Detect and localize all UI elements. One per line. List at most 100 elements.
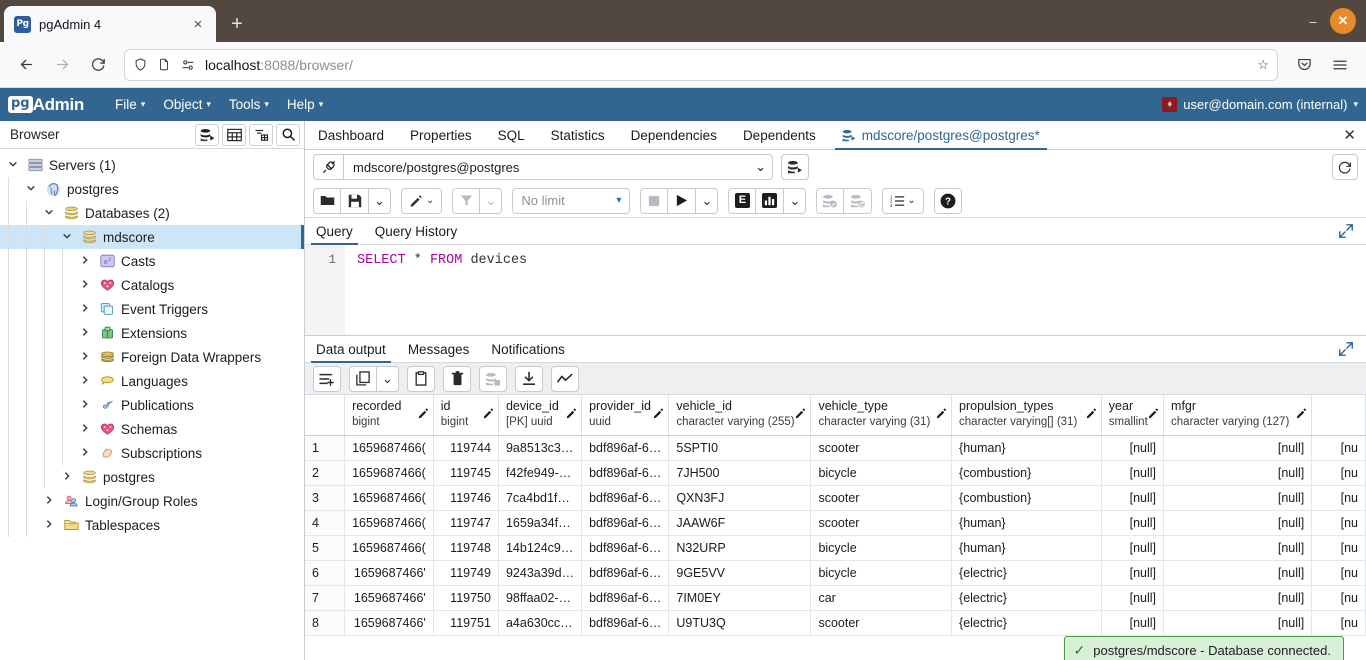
cell-propulsion_types[interactable]: {human} bbox=[951, 435, 1102, 461]
cell-vehicle_id[interactable]: 9GE5VV bbox=[668, 560, 812, 586]
tree-item-schemas[interactable]: Schemas bbox=[0, 417, 304, 441]
sql-editor[interactable]: 1 SELECT * FROM devices bbox=[305, 245, 1366, 336]
column-header-provider_id[interactable]: provider_id uuid bbox=[581, 395, 670, 436]
cell-recorded[interactable]: 1659687466( bbox=[344, 435, 434, 461]
cell-provider_id[interactable]: bdf896af-6… bbox=[581, 435, 670, 461]
cell-year[interactable]: [null] bbox=[1101, 435, 1165, 461]
close-icon[interactable]: × bbox=[188, 14, 208, 34]
forward-icon[interactable] bbox=[46, 49, 78, 81]
tab-statistics[interactable]: Statistics bbox=[538, 121, 618, 149]
cell-recorded[interactable]: 1659687466' bbox=[344, 610, 434, 636]
tab-query-session[interactable]: mdscore/postgres@postgres* bbox=[829, 121, 1053, 150]
cell-device_id[interactable]: 7ca4bd1f… bbox=[498, 485, 583, 511]
chevron-right-icon[interactable] bbox=[41, 519, 57, 532]
chevron-right-icon[interactable] bbox=[77, 255, 93, 268]
save-data-icon[interactable] bbox=[479, 365, 507, 392]
table-row[interactable]: 2 1659687466(119745 f42fe949-… bdf896af-6… 7… bbox=[305, 460, 1366, 486]
tree-item-servers-1[interactable]: Servers (1) bbox=[0, 153, 304, 177]
menu-object[interactable]: Object ▾ bbox=[154, 94, 220, 115]
cell-propulsion_types[interactable]: {electric} bbox=[951, 610, 1102, 636]
trash-icon[interactable] bbox=[443, 365, 471, 392]
cell-year[interactable]: [null] bbox=[1101, 460, 1165, 486]
execute-play-icon[interactable] bbox=[668, 187, 697, 214]
cell-year[interactable]: [null] bbox=[1101, 560, 1165, 586]
cell-vehicle_type[interactable]: scooter bbox=[810, 510, 953, 536]
tab-data-output[interactable]: Data output bbox=[305, 336, 397, 363]
copy-icon[interactable] bbox=[349, 365, 377, 392]
cell-propulsion_types[interactable]: {electric} bbox=[951, 585, 1102, 611]
cell-mfgr[interactable]: [null] bbox=[1163, 460, 1313, 486]
cell-year[interactable]: [null] bbox=[1101, 610, 1165, 636]
column-header-device_id[interactable]: device_id [PK] uuid bbox=[498, 395, 583, 436]
chevron-right-icon[interactable] bbox=[77, 279, 93, 292]
table-row[interactable]: 1 1659687466(119744 9a8513c3… bdf896af-6… 5S… bbox=[305, 435, 1366, 461]
cell-propulsion_types[interactable]: {human} bbox=[951, 535, 1102, 561]
cell-id[interactable]: 119751 bbox=[433, 610, 499, 636]
cell-id[interactable]: 119744 bbox=[433, 435, 499, 461]
cell-id[interactable]: 119745 bbox=[433, 460, 499, 486]
macros-list-icon[interactable]: 123 ⌄ bbox=[882, 187, 924, 214]
tree-item-foreign-data-wrappers[interactable]: Foreign Data Wrappers bbox=[0, 345, 304, 369]
chevron-right-icon[interactable] bbox=[77, 303, 93, 316]
cell-vehicle_id[interactable]: 7JH500 bbox=[668, 460, 812, 486]
connection-select[interactable]: mdscore/postgres@postgres ⌄ bbox=[343, 154, 773, 180]
chevron-down-icon[interactable] bbox=[5, 159, 21, 172]
cell-vehicle_id[interactable]: JAAW6F bbox=[668, 510, 812, 536]
cell-provider_id[interactable]: bdf896af-6… bbox=[581, 585, 670, 611]
edit-column-icon[interactable] bbox=[418, 407, 429, 422]
paste-icon[interactable] bbox=[407, 365, 435, 392]
row-number-cell[interactable]: 6 bbox=[305, 560, 346, 586]
cell-mfgr[interactable]: [null] bbox=[1163, 610, 1313, 636]
edit-column-icon[interactable] bbox=[653, 407, 664, 422]
add-row-icon[interactable] bbox=[313, 365, 341, 392]
column-header-recorded[interactable]: recorded bigint bbox=[344, 395, 434, 436]
cell-device_id[interactable]: 9243a39d… bbox=[498, 560, 583, 586]
open-file-icon[interactable] bbox=[313, 187, 341, 214]
url-bar[interactable]: localhost:8088/browser/ ☆ bbox=[124, 48, 1278, 81]
cell-id[interactable]: 119748 bbox=[433, 535, 499, 561]
pocket-icon[interactable] bbox=[1288, 49, 1320, 81]
shield-icon[interactable] bbox=[133, 57, 148, 72]
help-icon[interactable]: ? bbox=[933, 187, 962, 214]
cell-id[interactable]: 119747 bbox=[433, 510, 499, 536]
filter-icon[interactable] bbox=[452, 187, 481, 214]
object-tree[interactable]: Servers (1) postgres Databases (2) mdscore 6… bbox=[0, 149, 304, 660]
filter-tree-icon[interactable] bbox=[249, 123, 273, 146]
copy-options-chevron-icon[interactable]: ⌄ bbox=[377, 365, 399, 392]
cell-mfgr[interactable]: [null] bbox=[1163, 585, 1313, 611]
menu-file[interactable]: File ▾ bbox=[106, 94, 154, 115]
url-text[interactable]: localhost:8088/browser/ bbox=[205, 57, 1248, 73]
data-grid[interactable]: recorded bigint id bigint device_id [PK] uuid… bbox=[305, 395, 1366, 660]
tree-item-mdscore[interactable]: mdscore bbox=[0, 225, 304, 249]
cell-id[interactable]: 119746 bbox=[433, 485, 499, 511]
execute-options-chevron-icon[interactable]: ⌄ bbox=[696, 187, 719, 214]
row-number-cell[interactable]: 2 bbox=[305, 460, 346, 486]
filter-options-chevron-icon[interactable]: ⌄ bbox=[480, 187, 503, 214]
search-icon[interactable] bbox=[276, 123, 300, 146]
cell-mfgr[interactable]: [null] bbox=[1163, 535, 1313, 561]
row-number-cell[interactable]: 1 bbox=[305, 435, 346, 461]
edit-pencil-icon[interactable]: ⌄ bbox=[401, 187, 443, 214]
explain-analyze-icon[interactable] bbox=[756, 187, 785, 214]
chevron-right-icon[interactable] bbox=[77, 375, 93, 388]
cell-device_id[interactable]: 14b124c9… bbox=[498, 535, 583, 561]
tree-item-casts[interactable]: 6 2 Casts bbox=[0, 249, 304, 273]
cell-overflow[interactable]: [nu bbox=[1311, 585, 1366, 611]
cell-mfgr[interactable]: [null] bbox=[1163, 560, 1313, 586]
cell-recorded[interactable]: 1659687466( bbox=[344, 535, 434, 561]
cell-device_id[interactable]: a4a630cc… bbox=[498, 610, 583, 636]
sql-code[interactable]: SELECT * FROM devices bbox=[345, 245, 527, 335]
tree-item-postgres[interactable]: postgres bbox=[0, 465, 304, 489]
edit-column-icon[interactable] bbox=[936, 407, 947, 422]
save-file-icon[interactable] bbox=[341, 187, 369, 214]
stop-icon[interactable] bbox=[640, 187, 669, 214]
column-header-vehicle_id[interactable]: vehicle_id character varying (255) bbox=[668, 395, 812, 436]
browser-tab[interactable]: Pg pgAdmin 4 × bbox=[4, 6, 216, 42]
row-number-cell[interactable]: 8 bbox=[305, 610, 346, 636]
chevron-down-icon[interactable] bbox=[23, 183, 39, 196]
tab-dependents[interactable]: Dependents bbox=[730, 121, 829, 149]
cell-vehicle_type[interactable]: bicycle bbox=[810, 535, 953, 561]
cell-vehicle_type[interactable]: car bbox=[810, 585, 953, 611]
cell-provider_id[interactable]: bdf896af-6… bbox=[581, 610, 670, 636]
cell-mfgr[interactable]: [null] bbox=[1163, 510, 1313, 536]
